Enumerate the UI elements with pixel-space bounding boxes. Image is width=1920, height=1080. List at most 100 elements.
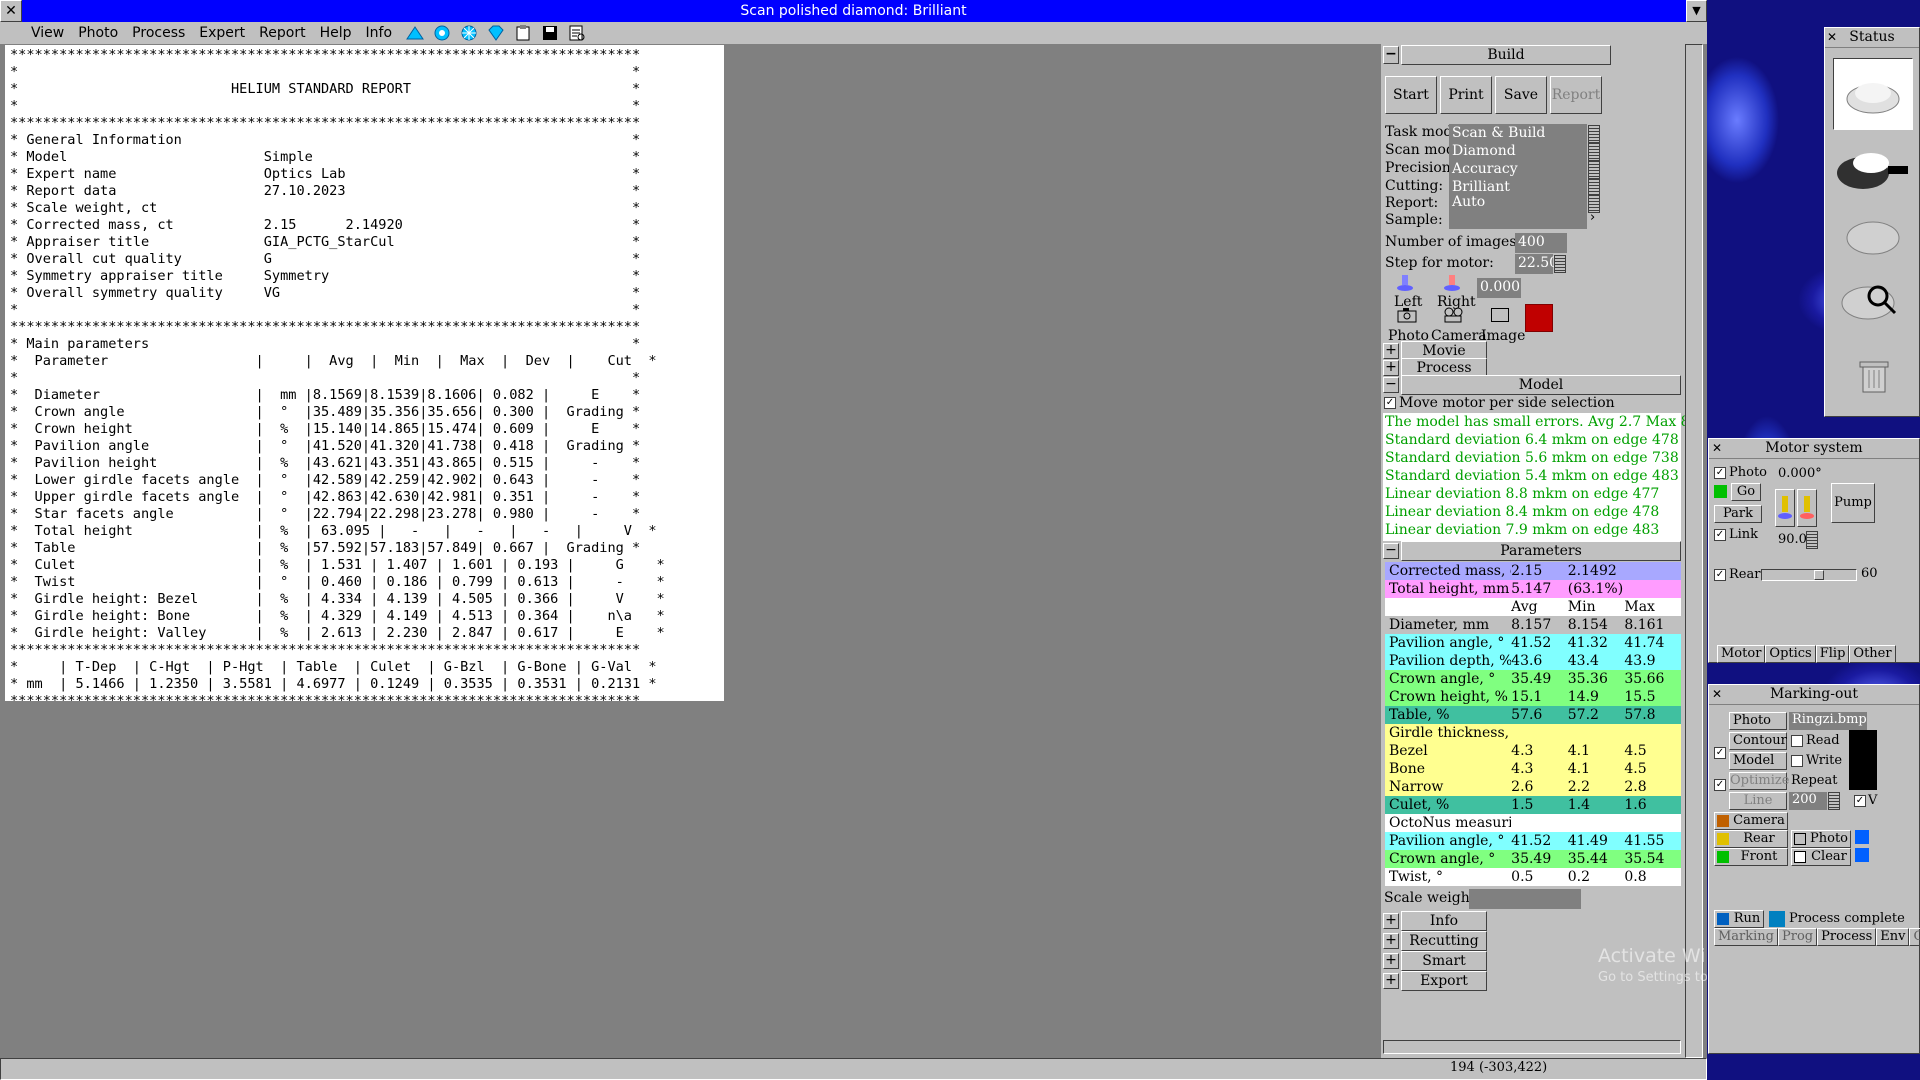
parameters-header[interactable]: Parameters bbox=[1401, 541, 1681, 561]
camera-icon[interactable] bbox=[1397, 307, 1417, 327]
task-mode-dropdown[interactable] bbox=[1588, 125, 1600, 143]
motor-photo-checkbox[interactable]: ✓ bbox=[1714, 466, 1726, 479]
chevron-right-icon[interactable]: › bbox=[1590, 210, 1595, 225]
tab-env[interactable]: Env bbox=[1876, 928, 1910, 946]
save-clear-icon[interactable] bbox=[1855, 848, 1869, 862]
go-button[interactable]: Go bbox=[1731, 483, 1761, 501]
photo-enable-checkbox[interactable]: ✓ bbox=[1714, 747, 1726, 759]
smart-recut-header[interactable]: Smart Recut bbox=[1401, 951, 1487, 987]
tab-prog[interactable]: Prog bbox=[1778, 928, 1818, 946]
facet-icon[interactable] bbox=[431, 24, 453, 42]
tab-other[interactable]: Other bbox=[1849, 645, 1896, 663]
close-button[interactable]: ✕ bbox=[0, 0, 22, 22]
precision-dropdown[interactable] bbox=[1588, 161, 1600, 179]
export-model-expand-button[interactable]: + bbox=[1383, 973, 1399, 989]
model-header[interactable]: Model bbox=[1401, 375, 1681, 395]
rear-slider[interactable] bbox=[1761, 569, 1857, 581]
close-icon[interactable]: ✕ bbox=[1827, 30, 1837, 44]
motor-left-button[interactable] bbox=[1775, 489, 1795, 527]
stone-preview[interactable] bbox=[1833, 58, 1913, 130]
read-checkbox[interactable] bbox=[1791, 734, 1803, 747]
floppy-icon[interactable] bbox=[539, 24, 561, 42]
scale-weight-input[interactable] bbox=[1469, 889, 1581, 909]
process-expand-button[interactable]: + bbox=[1383, 360, 1399, 376]
model-button[interactable]: Model bbox=[1729, 752, 1787, 770]
build-collapse-button[interactable]: − bbox=[1383, 46, 1399, 64]
scan-mode-select[interactable]: Diamond bbox=[1449, 142, 1587, 162]
task-mode-select[interactable]: Scan & Build bbox=[1449, 124, 1587, 144]
rear-slider-handle[interactable] bbox=[1814, 570, 1824, 580]
sample-input[interactable] bbox=[1449, 212, 1587, 229]
trash-icon[interactable] bbox=[1859, 358, 1889, 398]
v-checkbox[interactable]: ✓ bbox=[1854, 794, 1866, 807]
rear-camera-button[interactable]: Rear bbox=[1714, 830, 1788, 848]
motor-step-spinner[interactable] bbox=[1806, 531, 1818, 549]
link-checkbox[interactable]: ✓ bbox=[1714, 528, 1726, 541]
menu-info[interactable]: Info bbox=[359, 22, 400, 44]
tab-process[interactable]: Process bbox=[1817, 928, 1877, 946]
write-checkbox[interactable] bbox=[1791, 754, 1803, 767]
line-spinner[interactable] bbox=[1828, 792, 1840, 810]
line-value-input[interactable]: 200 bbox=[1789, 792, 1827, 810]
photo-select-button[interactable]: Photo bbox=[1729, 712, 1787, 730]
movie-expand-button[interactable]: + bbox=[1383, 343, 1399, 359]
front-camera-button[interactable]: Front bbox=[1714, 848, 1788, 866]
rear-checkbox[interactable]: ✓ bbox=[1714, 568, 1726, 581]
angle-input[interactable]: 0.000 bbox=[1477, 278, 1521, 298]
step-spinner[interactable] bbox=[1554, 255, 1566, 273]
scan-stone-icon[interactable] bbox=[1833, 138, 1913, 202]
smart-recut-expand-button[interactable]: + bbox=[1383, 953, 1399, 969]
model-collapse-button[interactable]: − bbox=[1383, 377, 1399, 393]
model-enable-checkbox[interactable]: ✓ bbox=[1714, 779, 1726, 791]
recutting-expand-button[interactable]: + bbox=[1383, 933, 1399, 949]
camera-button[interactable]: Camera bbox=[1714, 812, 1788, 830]
motor-angle-input[interactable]: 0.000° bbox=[1775, 465, 1822, 485]
clear-button[interactable]: Clear bbox=[1791, 848, 1851, 866]
video-camera-icon[interactable] bbox=[1443, 307, 1465, 327]
menu-help[interactable]: Help bbox=[313, 22, 359, 44]
optimize-button[interactable]: Optimize bbox=[1729, 772, 1789, 790]
tab-marking[interactable]: Marking bbox=[1714, 928, 1779, 946]
contour-button[interactable]: Contour bbox=[1729, 732, 1787, 750]
save-photo-icon[interactable] bbox=[1855, 830, 1869, 844]
print-button[interactable]: Print bbox=[1440, 76, 1492, 114]
start-button[interactable]: Start bbox=[1385, 76, 1437, 114]
close-icon[interactable]: ✕ bbox=[1712, 441, 1722, 455]
export-model-header[interactable]: Export model bbox=[1401, 971, 1487, 991]
pump-button[interactable]: Pump bbox=[1831, 483, 1875, 523]
image-label[interactable]: Image bbox=[1481, 328, 1525, 344]
report-button[interactable]: Report bbox=[1550, 76, 1602, 114]
recutting-header[interactable]: Recutting bbox=[1401, 931, 1487, 951]
photo-capture-button[interactable]: Photo bbox=[1791, 830, 1851, 848]
image-icon[interactable] bbox=[1491, 308, 1509, 322]
num-images-input[interactable]: 400 bbox=[1515, 233, 1567, 253]
line-button[interactable]: Line bbox=[1729, 792, 1787, 810]
motor-step-input[interactable]: 90.0 bbox=[1775, 531, 1807, 551]
gem-icon[interactable] bbox=[485, 24, 507, 42]
move-motor-checkbox[interactable]: ✓ bbox=[1384, 397, 1396, 409]
info-expand-button[interactable]: + bbox=[1383, 913, 1399, 929]
precision-select[interactable]: Accuracy bbox=[1449, 160, 1587, 180]
motor-right-button[interactable] bbox=[1797, 489, 1817, 527]
save-button[interactable]: Save bbox=[1495, 76, 1547, 114]
menu-report[interactable]: Report bbox=[252, 22, 312, 44]
diamond-icon[interactable] bbox=[404, 24, 426, 42]
stop-indicator[interactable] bbox=[1525, 304, 1553, 332]
minimize-button[interactable]: ▼ bbox=[1686, 0, 1707, 22]
panel-hscrollbar[interactable] bbox=[1383, 1040, 1681, 1054]
menu-process[interactable]: Process bbox=[125, 22, 192, 44]
zoom-stone-icon[interactable] bbox=[1833, 268, 1913, 332]
menu-view[interactable]: View bbox=[24, 22, 71, 44]
build-header[interactable]: Build bbox=[1401, 45, 1611, 65]
photo-file-field[interactable]: Ringzi.bmp bbox=[1789, 712, 1867, 730]
menu-photo[interactable]: Photo bbox=[71, 22, 125, 44]
report-mode-select[interactable]: Auto bbox=[1449, 195, 1587, 212]
report-icon[interactable] bbox=[566, 24, 588, 42]
tab-c[interactable]: C bbox=[1909, 928, 1920, 946]
menu-expert[interactable]: Expert bbox=[192, 22, 252, 44]
stone-model-icon[interactable] bbox=[1833, 203, 1913, 267]
tab-flip[interactable]: Flip bbox=[1815, 645, 1850, 663]
tab-motor[interactable]: Motor bbox=[1717, 645, 1766, 663]
scan-mode-dropdown[interactable] bbox=[1588, 143, 1600, 161]
star-facet-icon[interactable] bbox=[458, 24, 480, 42]
